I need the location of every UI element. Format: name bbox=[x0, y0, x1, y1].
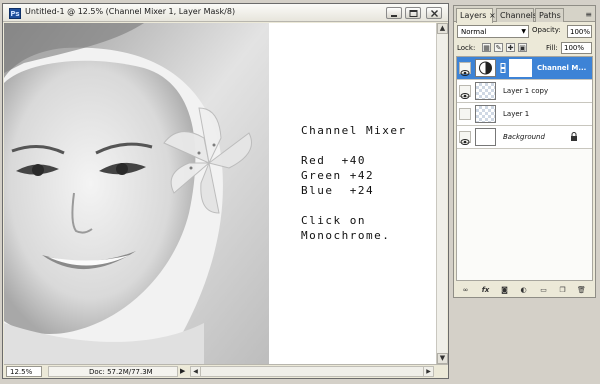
close-icon bbox=[431, 10, 438, 17]
layers-panel-toolbar: ∞ fx ◙ ◐ ▭ ❐ 🗑 bbox=[456, 284, 593, 297]
vertical-scrollbar[interactable]: ▲ ▼ bbox=[436, 23, 448, 364]
layer-row-channel-mixer[interactable]: Channel M... bbox=[457, 57, 592, 80]
lock-icon bbox=[571, 132, 577, 141]
panel-menu-icon[interactable]: ≡ bbox=[585, 10, 592, 19]
lock-all-icon[interactable]: ▣ bbox=[518, 43, 527, 52]
layer-row-layer-1-copy[interactable]: Layer 1 copy bbox=[457, 80, 592, 103]
horizontal-scrollbar[interactable]: ◀ ▶ bbox=[190, 366, 434, 377]
lock-transparent-pixels-icon[interactable]: ▦ bbox=[482, 43, 491, 52]
instruction-red: Red +40 bbox=[301, 154, 366, 167]
delete-layer-icon[interactable]: 🗑 bbox=[576, 285, 587, 295]
blend-mode-select[interactable]: Normal ▼ bbox=[457, 25, 529, 38]
new-layer-icon[interactable]: ❐ bbox=[557, 285, 568, 295]
visibility-eye-icon[interactable] bbox=[459, 62, 471, 76]
status-bar: 12.5% Doc: 57.2M/77.3M ▶ ◀ ▶ bbox=[4, 364, 448, 378]
photoshop-app-icon: Ps bbox=[9, 8, 21, 19]
blend-mode-value: Normal bbox=[461, 28, 487, 36]
layer-thumb bbox=[475, 82, 496, 100]
add-mask-icon[interactable]: ◙ bbox=[499, 285, 510, 295]
layer-name: Layer 1 copy bbox=[503, 87, 549, 95]
maximize-button[interactable] bbox=[405, 7, 421, 19]
document-title: Untitled-1 @ 12.5% (Channel Mixer 1, Lay… bbox=[25, 7, 236, 16]
instruction-line1: Click on bbox=[301, 214, 366, 227]
layer-mask-thumb[interactable] bbox=[509, 59, 532, 77]
scroll-down-icon[interactable]: ▼ bbox=[437, 353, 448, 364]
opacity-label: Opacity: bbox=[532, 26, 561, 34]
tab-channels[interactable]: Channels bbox=[496, 8, 537, 22]
group-folder-icon[interactable]: ▭ bbox=[538, 285, 549, 295]
layer-row-layer-1[interactable]: Layer 1 bbox=[457, 103, 592, 126]
photoshop-workspace: Ps Untitled-1 @ 12.5% (Channel Mixer 1, … bbox=[0, 0, 600, 384]
document-title-bar[interactable]: Ps Untitled-1 @ 12.5% (Channel Mixer 1, … bbox=[3, 4, 448, 22]
adjustment-layer-thumb-icon bbox=[475, 59, 496, 77]
layer-thumb bbox=[475, 105, 496, 123]
document-window: Ps Untitled-1 @ 12.5% (Channel Mixer 1, … bbox=[2, 3, 449, 379]
opacity-field[interactable]: 100% bbox=[567, 25, 592, 38]
layer-list: Channel M... Layer 1 copy Layer 1 Backgr… bbox=[456, 56, 593, 281]
fill-label: Fill: bbox=[546, 44, 558, 52]
adjustment-layer-icon[interactable]: ◐ bbox=[518, 285, 529, 295]
close-button[interactable] bbox=[426, 7, 442, 19]
portrait-photo bbox=[4, 23, 269, 364]
scroll-right-icon[interactable]: ▶ bbox=[423, 367, 433, 376]
visibility-toggle-hidden[interactable] bbox=[459, 108, 471, 120]
fx-icon[interactable]: fx bbox=[480, 285, 491, 295]
instruction-heading: Channel Mixer bbox=[301, 124, 407, 137]
tab-layers-label: Layers bbox=[460, 11, 487, 20]
visibility-eye-icon[interactable] bbox=[459, 85, 471, 99]
lock-position-icon[interactable]: ✚ bbox=[506, 43, 515, 52]
panel-tabs: Layers × Channels Paths ≡ bbox=[454, 6, 595, 23]
document-size-info: Doc: 57.2M/77.3M bbox=[48, 366, 178, 377]
layers-panel: Layers × Channels Paths ≡ Normal ▼ Opacit… bbox=[453, 5, 596, 298]
instruction-blue: Blue +24 bbox=[301, 184, 375, 197]
link-icon[interactable]: ∞ bbox=[460, 285, 471, 295]
tab-layers[interactable]: Layers × bbox=[456, 8, 496, 23]
layer-name: Channel M... bbox=[537, 64, 587, 72]
lock-image-pixels-icon[interactable]: ✎ bbox=[494, 43, 503, 52]
fill-field[interactable]: 100% bbox=[561, 42, 592, 54]
instruction-line2: Monochrome. bbox=[301, 229, 391, 242]
visibility-eye-icon[interactable] bbox=[459, 131, 471, 145]
minimize-icon bbox=[391, 15, 397, 17]
zoom-level-field[interactable]: 12.5% bbox=[6, 366, 42, 377]
maximize-icon bbox=[409, 10, 418, 17]
layer-name: Background bbox=[503, 133, 545, 141]
document-canvas[interactable]: Channel Mixer Red +40 Green +42 Blue +24 Cli… bbox=[4, 23, 436, 364]
lock-label: Lock: bbox=[457, 44, 476, 52]
layer-thumb bbox=[475, 128, 496, 146]
minimize-button[interactable] bbox=[386, 7, 402, 19]
mask-link-chain-icon[interactable] bbox=[500, 63, 506, 73]
layer-name: Layer 1 bbox=[503, 110, 530, 118]
status-menu-arrow-icon[interactable]: ▶ bbox=[180, 367, 185, 375]
layer-row-background[interactable]: Background bbox=[457, 126, 592, 149]
scroll-left-icon[interactable]: ◀ bbox=[191, 367, 201, 376]
close-tab-icon[interactable]: × bbox=[489, 11, 496, 20]
tab-paths[interactable]: Paths bbox=[535, 8, 564, 22]
canvas-instructions: Channel Mixer Red +40 Green +42 Blue +24 Cli… bbox=[301, 123, 407, 243]
chevron-down-icon: ▼ bbox=[521, 28, 526, 35]
scroll-up-icon[interactable]: ▲ bbox=[437, 23, 448, 34]
instruction-green: Green +42 bbox=[301, 169, 375, 182]
